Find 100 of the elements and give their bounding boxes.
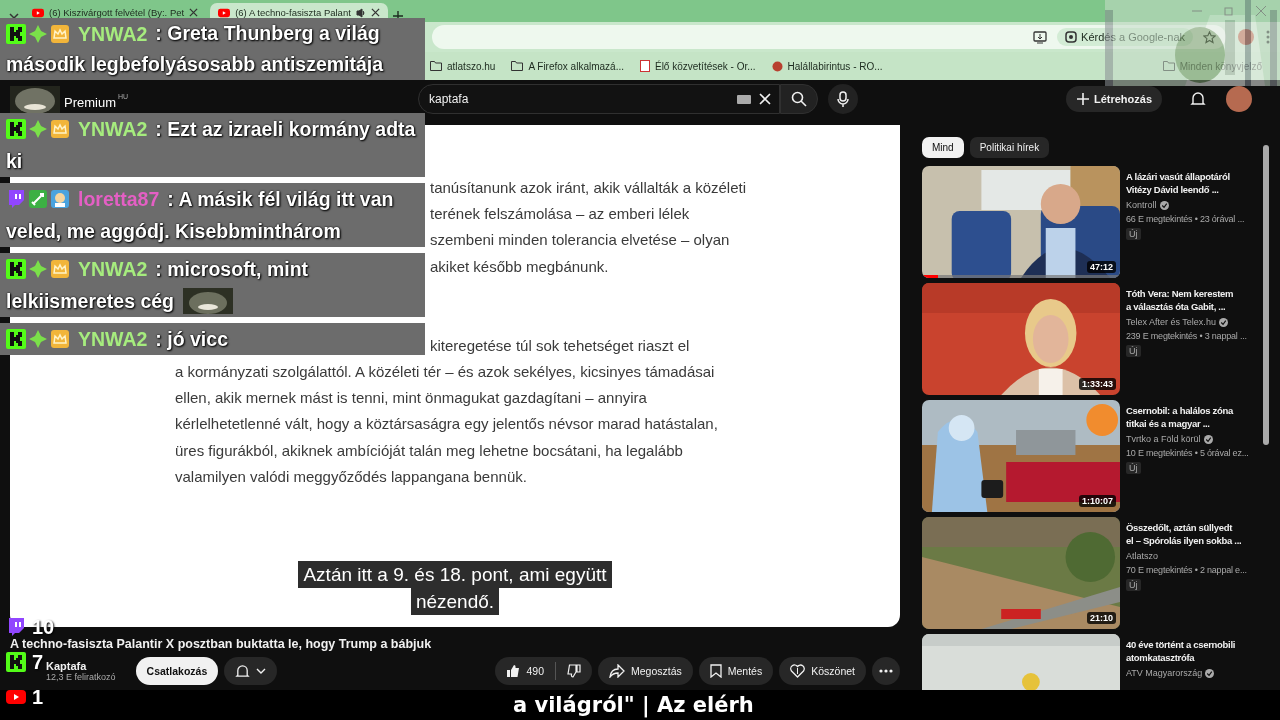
chat-username: loretta87 bbox=[78, 188, 160, 210]
video-meta: 10 E megtekintés • 5 órával ez... bbox=[1126, 448, 1249, 458]
duration-label: 1:33:43 bbox=[1078, 378, 1116, 390]
keyboard-icon[interactable] bbox=[737, 94, 751, 104]
twitch-logo-icon bbox=[6, 617, 26, 637]
share-icon bbox=[609, 664, 625, 678]
sparkle-badge-icon bbox=[28, 119, 48, 139]
duration-label: 1:10:07 bbox=[1078, 495, 1116, 507]
duration-label: 47:12 bbox=[1086, 261, 1116, 273]
search-button[interactable] bbox=[780, 84, 818, 114]
chat-message: : Ezt az izraeli kormány adta bbox=[155, 117, 416, 142]
chat-username: YNWA2 bbox=[78, 258, 148, 280]
notification-button[interactable] bbox=[224, 657, 278, 685]
crown-badge-icon bbox=[50, 329, 70, 349]
bell-icon[interactable] bbox=[1190, 91, 1206, 107]
video-title[interactable]: titkai és a magyar ... bbox=[1126, 417, 1210, 430]
channel-name[interactable]: Atlatszo bbox=[1126, 551, 1158, 561]
voice-search-button[interactable] bbox=[828, 84, 858, 114]
user-avatar[interactable] bbox=[1226, 86, 1252, 112]
save-button[interactable]: Mentés bbox=[698, 657, 774, 685]
video-title[interactable]: A lázári vasút állapotáról bbox=[1126, 170, 1230, 183]
create-button[interactable]: Létrehozás bbox=[1065, 86, 1162, 112]
search-icon bbox=[791, 91, 807, 107]
channel-name[interactable]: Kaptafa bbox=[46, 660, 116, 672]
channel-name[interactable]: Telex After és Telex.hu bbox=[1126, 317, 1216, 327]
document-text-line: kérlelhetetlenné vált, hogy a köztársaságra egy jelentős névsor marad hatástalan, bbox=[175, 414, 718, 435]
video-title[interactable]: Összedőlt, aztán süllyedt bbox=[1126, 521, 1232, 534]
filter-chip[interactable]: Mind bbox=[922, 137, 964, 158]
chat-username: YNWA2 bbox=[78, 118, 148, 140]
more-button[interactable] bbox=[872, 657, 900, 685]
thanks-button[interactable]: Köszönet bbox=[779, 657, 866, 685]
star-icon[interactable] bbox=[1203, 30, 1216, 44]
document-text-line: akiket később megbánunk. bbox=[430, 256, 609, 277]
bookmark-icon bbox=[709, 664, 722, 678]
sword-badge-icon bbox=[28, 189, 48, 209]
chat-message: veled, me aggódj. Kisebbminthárom bbox=[6, 219, 341, 244]
crown-badge-icon bbox=[50, 119, 70, 139]
twitch-logo-icon bbox=[6, 189, 26, 209]
chat-message: : microsoft, mint bbox=[155, 257, 309, 282]
filter-chip[interactable]: Politikai hírek bbox=[969, 137, 1050, 158]
video-title[interactable]: el – Spórolás ilyen sokba ... bbox=[1126, 534, 1242, 547]
clear-icon[interactable] bbox=[759, 93, 771, 105]
folder-icon bbox=[1162, 61, 1175, 71]
bookmark[interactable]: atlatszo.hu bbox=[430, 60, 496, 72]
chat-message: lelkiismeretes cég bbox=[6, 289, 175, 314]
crown-badge-icon bbox=[50, 23, 70, 44]
video-meta: 70 E megtekintés • 2 nappal e... bbox=[1126, 565, 1247, 575]
browser-tab[interactable]: (6) Kiszivárgott felvétel (By:. Pet bbox=[24, 3, 207, 22]
join-button[interactable]: Csatlakozás bbox=[135, 657, 219, 685]
channel-name[interactable]: Tvrtko a Föld körül bbox=[1126, 434, 1201, 444]
new-badge: Új bbox=[1126, 579, 1141, 591]
video-title[interactable]: a választás óta Gabit, ... bbox=[1126, 300, 1226, 313]
search-field[interactable]: kaptafa bbox=[418, 84, 780, 114]
video-title[interactable]: 40 éve történt a csernobili bbox=[1126, 638, 1236, 651]
subscriber-count: 12,3 E feliratkozó bbox=[46, 672, 116, 682]
document-text-line: a kormányzati szolgálattól. A közéleti tér – és azok sekélyes, kicsinyes támadásai bbox=[175, 362, 715, 382]
profile-avatar[interactable] bbox=[1238, 29, 1254, 45]
document-text-line: tanúsítanunk azok iránt, akik vállalták a közéleti bbox=[430, 178, 746, 198]
kick-logo-icon bbox=[6, 329, 26, 349]
video-title[interactable]: Vitézy Dávid leendő ... bbox=[1126, 183, 1219, 196]
like-button[interactable]: 490 bbox=[495, 657, 555, 685]
install-icon[interactable] bbox=[1033, 30, 1048, 44]
video-title[interactable]: Csernobil: a halálos zóna bbox=[1126, 404, 1234, 417]
document-text-line: üres figurákból, akiknek ambícióját talán meg lehetne bocsátani, ha legalább bbox=[175, 440, 683, 461]
chat-message: második legbefolyásosabb antiszemitája bbox=[6, 52, 384, 77]
kick-logo-icon bbox=[6, 259, 26, 279]
document-text-line: szembeni minden tolerancia elvetése – olyan bbox=[430, 230, 730, 251]
folder-icon bbox=[511, 61, 524, 71]
new-badge: Új bbox=[1126, 462, 1141, 474]
channel-name[interactable]: ATV Magyarország bbox=[1126, 668, 1203, 678]
bookmark[interactable]: Élő közvetítések - Or... bbox=[639, 60, 756, 72]
premium-logo-text[interactable]: Premium bbox=[64, 95, 116, 110]
plus-icon bbox=[1075, 92, 1090, 106]
video-title[interactable]: atomkatasztrófa bbox=[1126, 651, 1195, 664]
more-icon bbox=[879, 669, 893, 673]
new-badge: Új bbox=[1126, 345, 1141, 357]
channel-name[interactable]: Kontroll bbox=[1126, 200, 1157, 210]
kick-logo-icon bbox=[6, 23, 26, 44]
viewer-count: 1 bbox=[32, 685, 44, 709]
duration-label: 21:10 bbox=[1086, 612, 1116, 624]
chat-message: : Greta Thunberg a világ bbox=[155, 21, 380, 46]
chat-username: YNWA2 bbox=[78, 328, 148, 350]
video-title[interactable]: Tóth Vera: Nem kerestem bbox=[1126, 287, 1234, 300]
bookmark[interactable]: Halállabirintus - RO... bbox=[771, 60, 883, 72]
close-icon[interactable] bbox=[189, 8, 199, 17]
chat-username: YNWA2 bbox=[78, 22, 148, 45]
globe-icon bbox=[771, 60, 783, 72]
close-icon[interactable] bbox=[370, 8, 380, 17]
bookmark[interactable]: A Firefox alkalmazá... bbox=[511, 60, 624, 72]
like-dislike-control[interactable]: 490 bbox=[495, 657, 592, 685]
video-title: A techno-fasiszta Palantir X posztban buktatta le, hogy Trump a bábjuk bbox=[10, 637, 433, 651]
viewer-count: 7 bbox=[32, 650, 44, 674]
youtube-logo-icon bbox=[218, 6, 231, 19]
share-button[interactable]: Megosztás bbox=[598, 657, 693, 685]
video-meta: 66 E megtekintés • 23 órával ... bbox=[1126, 214, 1245, 224]
crown-badge-icon bbox=[50, 259, 70, 279]
microphone-icon bbox=[837, 91, 849, 107]
document-text-line: terének felszámolása – az emberi lélek bbox=[430, 204, 690, 225]
chat-message: : A másik fél világ itt van bbox=[167, 187, 394, 212]
document-text-line: kiteregetése túl sok tehetséget riaszt el bbox=[430, 335, 690, 356]
